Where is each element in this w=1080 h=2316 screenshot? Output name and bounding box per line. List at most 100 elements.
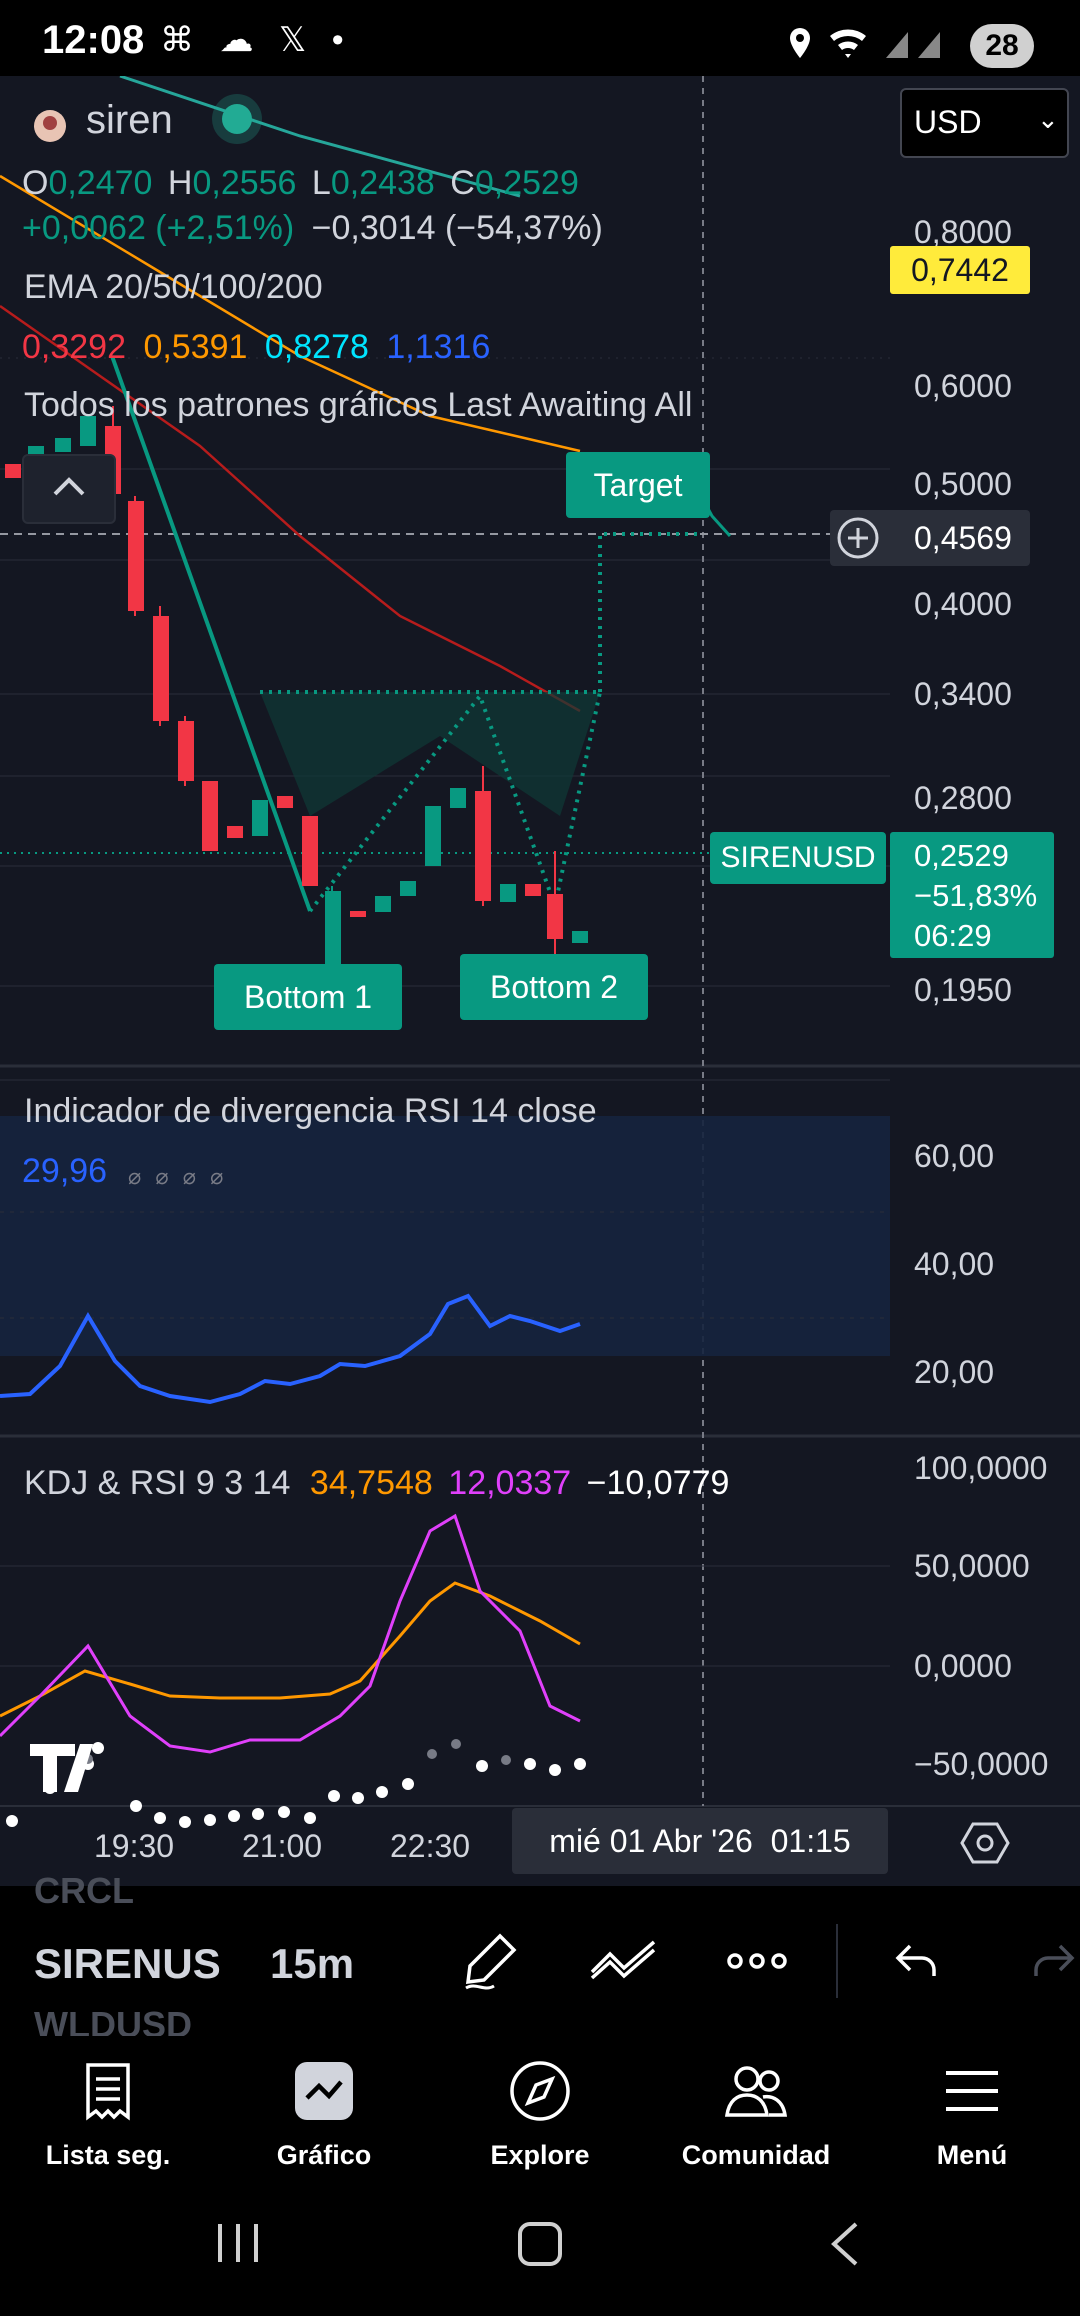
home-icon[interactable] bbox=[516, 2220, 566, 2270]
price-tick: 0,1950 bbox=[914, 972, 1012, 1008]
low-label: L bbox=[311, 164, 331, 202]
time-tick: 22:30 bbox=[390, 1828, 471, 1864]
kdj-tick: −50,0000 bbox=[914, 1746, 1049, 1782]
ema50-value: 0,5391 bbox=[143, 328, 248, 366]
menu-icon bbox=[946, 2071, 998, 2111]
close-label: C bbox=[450, 164, 475, 202]
chevron-up-icon bbox=[53, 477, 85, 496]
time-tick: 21:00 bbox=[242, 1828, 323, 1864]
nav-menu[interactable]: Menú bbox=[864, 2056, 1080, 2171]
nav-label: Menú bbox=[936, 2140, 1008, 2170]
price-tick: 0,3400 bbox=[914, 676, 1012, 712]
nav-watchlist[interactable]: Lista seg. bbox=[0, 2056, 216, 2171]
recent-apps-icon[interactable] bbox=[214, 2220, 264, 2266]
change-row: +0,0062 (+2,51%) −0,3014 (−54,37%) bbox=[22, 209, 603, 248]
target-projection bbox=[598, 532, 700, 692]
back-icon[interactable] bbox=[826, 2220, 866, 2270]
nav-label: Explore bbox=[490, 2140, 590, 2170]
chart-icon bbox=[295, 2062, 353, 2120]
high-label: H bbox=[167, 164, 193, 202]
bar-countdown: 06:29 bbox=[914, 918, 992, 953]
bottom-nav: Lista seg. Gráfico Explore Comunidad Men… bbox=[0, 2036, 1080, 2186]
currency-value: USD bbox=[914, 104, 982, 140]
close-value: 0,2529 bbox=[474, 164, 579, 202]
price-tick: 0,2800 bbox=[914, 780, 1012, 816]
patterns-label[interactable]: Todos los patrones gráficos Last Awaitin… bbox=[24, 386, 692, 425]
next-symbol[interactable]: WLDUSD bbox=[34, 2004, 192, 2036]
collapse-legend-button[interactable] bbox=[22, 454, 116, 524]
kdj-label[interactable]: KDJ & RSI 9 3 14 bbox=[24, 1464, 290, 1502]
nav-chart[interactable]: Gráfico bbox=[216, 2056, 432, 2171]
change-total: −0,3014 (−54,37%) bbox=[311, 209, 603, 247]
notification-icons: ⌘ ☁ 𝕏 • bbox=[160, 21, 352, 59]
kdj-tick: 50,0000 bbox=[914, 1548, 1030, 1584]
ema-label[interactable]: EMA 20/50/100/200 bbox=[24, 268, 323, 307]
low-value: 0,2438 bbox=[330, 164, 435, 202]
nav-explore[interactable]: Explore bbox=[432, 2056, 648, 2171]
rsi-tick: 60,00 bbox=[914, 1138, 995, 1174]
ema-values: 0,3292 0,5391 0,8278 1,1316 bbox=[22, 328, 490, 367]
more-icon[interactable] bbox=[726, 1946, 788, 1976]
status-bar: 12:08 ⌘ ☁ 𝕏 • 28 bbox=[0, 0, 1080, 76]
current-change: −51,83% bbox=[914, 878, 1038, 913]
clock: 12:08 bbox=[42, 18, 145, 62]
kdj-j-value: −10,0779 bbox=[586, 1464, 730, 1502]
kdj-d-line bbox=[0, 1513, 581, 1754]
symbol-name[interactable]: siren bbox=[86, 98, 173, 143]
kdj-j-dots bbox=[6, 1758, 586, 1828]
time-tick: 19:30 bbox=[94, 1828, 175, 1864]
drawing-tools-icon[interactable] bbox=[588, 1938, 660, 1982]
kdj-legend: KDJ & RSI 9 3 14 34,7548 12,0337 −10,077… bbox=[24, 1464, 729, 1503]
price-tick: 0,6000 bbox=[914, 368, 1012, 404]
kdj-d-value: 12,0337 bbox=[448, 1464, 572, 1502]
ema20-value: 0,3292 bbox=[22, 328, 126, 366]
symbol-logo-icon bbox=[34, 110, 66, 142]
bottom1-label: Bottom 1 bbox=[214, 964, 402, 1030]
kdj-tick: 0,0000 bbox=[914, 1648, 1012, 1684]
rsi-label[interactable]: Indicador de divergencia RSI 14 close bbox=[24, 1092, 597, 1131]
change-value: +0,0062 (+2,51%) bbox=[22, 209, 295, 247]
open-label: O bbox=[22, 164, 49, 202]
cell-signal-1-icon bbox=[886, 32, 908, 58]
open-value: 0,2470 bbox=[48, 164, 153, 202]
draw-pencil-icon[interactable] bbox=[460, 1930, 522, 1992]
add-alert-icon[interactable] bbox=[836, 516, 880, 560]
cell-signal-2-icon bbox=[918, 32, 940, 58]
wifi-icon bbox=[830, 29, 866, 58]
bottom2-label: Bottom 2 bbox=[460, 954, 648, 1020]
location-icon bbox=[790, 28, 810, 58]
nav-label: Gráfico bbox=[276, 2140, 372, 2170]
nav-label: Lista seg. bbox=[45, 2140, 171, 2170]
nav-label: Comunidad bbox=[681, 2140, 831, 2170]
price-tick: 0,5000 bbox=[914, 466, 1012, 502]
high-value: 0,2556 bbox=[192, 164, 297, 202]
rsi-band bbox=[0, 1116, 890, 1356]
nav-community[interactable]: Comunidad bbox=[648, 2056, 864, 2171]
settings-icon[interactable] bbox=[960, 1820, 1010, 1866]
market-status-dot bbox=[222, 104, 252, 134]
ema100-value: 0,8278 bbox=[264, 328, 369, 366]
prev-symbol[interactable]: CRCL bbox=[34, 1870, 134, 1912]
interval-selector[interactable]: 15m bbox=[270, 1940, 354, 1988]
price-highlight-yellow: 0,7442 bbox=[890, 246, 1030, 294]
toolbar-divider bbox=[836, 1924, 838, 1998]
chart-area[interactable]: siren USD ⌄ O0,2470 H0,2556 L0,2438 C0,2… bbox=[0, 76, 1080, 1886]
kdj-tick: 100,0000 bbox=[914, 1450, 1048, 1486]
price-tick: 0,4000 bbox=[914, 586, 1012, 622]
battery-indicator: 28 bbox=[970, 24, 1034, 68]
symbol-selector[interactable]: SIRENUS bbox=[34, 1940, 221, 1988]
tradingview-logo bbox=[30, 1744, 93, 1792]
chevron-down-icon: ⌄ bbox=[1037, 104, 1059, 134]
ticker-tag: SIRENUSD bbox=[710, 832, 886, 884]
redo-icon[interactable] bbox=[1030, 1940, 1076, 1980]
undo-icon[interactable] bbox=[894, 1940, 940, 1980]
crosshair-price-tag[interactable]: 0,4569 bbox=[830, 510, 1030, 566]
currency-select[interactable]: USD ⌄ bbox=[900, 88, 1069, 158]
community-icon bbox=[724, 2066, 788, 2117]
signal-icons bbox=[790, 28, 940, 58]
chart-toolbar: CRCL SIRENUS WLDUSD 15m bbox=[0, 1870, 1080, 2036]
kdj-k-value: 34,7548 bbox=[309, 1464, 433, 1502]
compass-icon bbox=[510, 2061, 570, 2121]
crosshair-time-tag: mié 01 Abr '26 01:15 bbox=[512, 1808, 888, 1874]
current-price-tag: 0,2529 −51,83% 06:29 bbox=[890, 832, 1054, 958]
